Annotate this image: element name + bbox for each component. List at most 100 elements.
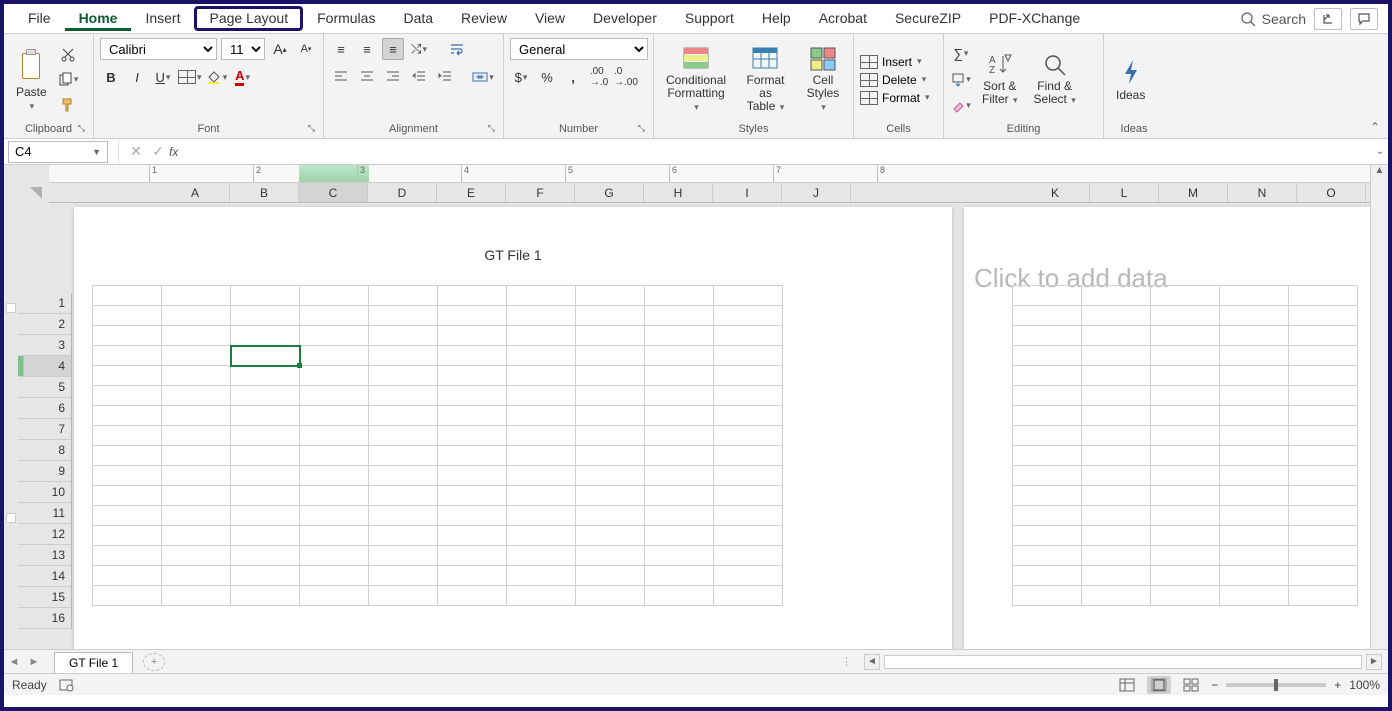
cell-G7[interactable]: [507, 406, 576, 426]
cell-N15[interactable]: [1220, 566, 1289, 586]
cell-D12[interactable]: [300, 506, 369, 526]
cell-F5[interactable]: [438, 366, 507, 386]
cell-J6[interactable]: [714, 386, 783, 406]
cell-A3[interactable]: [93, 326, 162, 346]
cell-H9[interactable]: [576, 446, 645, 466]
row-header-15[interactable]: 15: [18, 587, 72, 608]
cell-C10[interactable]: [231, 466, 300, 486]
cell-N1[interactable]: [1220, 286, 1289, 306]
cell-C15[interactable]: [231, 566, 300, 586]
column-header-B[interactable]: B: [230, 183, 299, 202]
ideas-button[interactable]: Ideas: [1110, 56, 1151, 104]
cell-H1[interactable]: [576, 286, 645, 306]
cell-B13[interactable]: [162, 526, 231, 546]
merge-center-button[interactable]: ▾: [472, 66, 494, 88]
cell-L9[interactable]: [1082, 446, 1151, 466]
cell-H7[interactable]: [576, 406, 645, 426]
fill-button[interactable]: ▾: [950, 69, 972, 91]
cell-E8[interactable]: [369, 426, 438, 446]
cell-E5[interactable]: [369, 366, 438, 386]
cell-E14[interactable]: [369, 546, 438, 566]
cell-I14[interactable]: [645, 546, 714, 566]
cell-F15[interactable]: [438, 566, 507, 586]
cell-L14[interactable]: [1082, 546, 1151, 566]
cell-H16[interactable]: [576, 586, 645, 606]
cell-K12[interactable]: [1013, 506, 1082, 526]
cell-B10[interactable]: [162, 466, 231, 486]
cell-C6[interactable]: [231, 386, 300, 406]
cell-K16[interactable]: [1013, 586, 1082, 606]
cell-G16[interactable]: [507, 586, 576, 606]
cell-I1[interactable]: [645, 286, 714, 306]
cell-F2[interactable]: [438, 306, 507, 326]
cell-B12[interactable]: [162, 506, 231, 526]
cell-B15[interactable]: [162, 566, 231, 586]
cell-C2[interactable]: [231, 306, 300, 326]
align-bottom-button[interactable]: ≡: [382, 38, 404, 60]
cell-J4[interactable]: [714, 346, 783, 366]
column-header-I[interactable]: I: [713, 183, 782, 202]
cell-C11[interactable]: [231, 486, 300, 506]
tab-home[interactable]: Home: [65, 6, 132, 31]
cell-B9[interactable]: [162, 446, 231, 466]
cell-N7[interactable]: [1220, 406, 1289, 426]
vertical-scrollbar[interactable]: ▲: [1370, 165, 1388, 649]
cell-O8[interactable]: [1289, 426, 1358, 446]
cell-H10[interactable]: [576, 466, 645, 486]
tab-insert[interactable]: Insert: [131, 6, 194, 31]
column-header-N[interactable]: N: [1228, 183, 1297, 202]
increase-decimal-button[interactable]: .00→.0: [588, 66, 610, 88]
cell-J15[interactable]: [714, 566, 783, 586]
cell-K13[interactable]: [1013, 526, 1082, 546]
fx-icon[interactable]: fx: [169, 145, 178, 159]
cell-D11[interactable]: [300, 486, 369, 506]
cell-M4[interactable]: [1151, 346, 1220, 366]
cell-O7[interactable]: [1289, 406, 1358, 426]
cell-C1[interactable]: [231, 286, 300, 306]
cell-J10[interactable]: [714, 466, 783, 486]
cell-grid-2[interactable]: [1012, 285, 1358, 606]
cell-L3[interactable]: [1082, 326, 1151, 346]
cell-K14[interactable]: [1013, 546, 1082, 566]
align-center-button[interactable]: [356, 66, 378, 88]
cell-J11[interactable]: [714, 486, 783, 506]
cell-B6[interactable]: [162, 386, 231, 406]
cell-B3[interactable]: [162, 326, 231, 346]
formula-input[interactable]: [184, 141, 1372, 163]
cell-K5[interactable]: [1013, 366, 1082, 386]
column-header-J[interactable]: J: [782, 183, 851, 202]
cell-M10[interactable]: [1151, 466, 1220, 486]
row-header-13[interactable]: 13: [18, 545, 72, 566]
cell-D7[interactable]: [300, 406, 369, 426]
cell-O15[interactable]: [1289, 566, 1358, 586]
bold-button[interactable]: B: [100, 66, 122, 88]
page-break-view-button[interactable]: [1179, 676, 1203, 694]
cell-L8[interactable]: [1082, 426, 1151, 446]
tab-formulas[interactable]: Formulas: [303, 6, 389, 31]
delete-cells-button[interactable]: Delete▾: [860, 73, 926, 87]
cell-H13[interactable]: [576, 526, 645, 546]
cell-M9[interactable]: [1151, 446, 1220, 466]
column-header-E[interactable]: E: [437, 183, 506, 202]
cell-N9[interactable]: [1220, 446, 1289, 466]
cell-K1[interactable]: [1013, 286, 1082, 306]
column-header-L[interactable]: L: [1090, 183, 1159, 202]
cell-O9[interactable]: [1289, 446, 1358, 466]
cell-A8[interactable]: [93, 426, 162, 446]
cell-L15[interactable]: [1082, 566, 1151, 586]
cell-G5[interactable]: [507, 366, 576, 386]
cell-H12[interactable]: [576, 506, 645, 526]
cell-A11[interactable]: [93, 486, 162, 506]
cell-N4[interactable]: [1220, 346, 1289, 366]
tab-help[interactable]: Help: [748, 6, 805, 31]
percent-format-button[interactable]: %: [536, 66, 558, 88]
cell-N5[interactable]: [1220, 366, 1289, 386]
cell-G4[interactable]: [507, 346, 576, 366]
cell-L4[interactable]: [1082, 346, 1151, 366]
zoom-level[interactable]: 100%: [1349, 678, 1380, 692]
cell-D9[interactable]: [300, 446, 369, 466]
cell-D3[interactable]: [300, 326, 369, 346]
cell-H5[interactable]: [576, 366, 645, 386]
macro-record-icon[interactable]: [59, 678, 75, 692]
row-header-16[interactable]: 16: [18, 608, 72, 629]
